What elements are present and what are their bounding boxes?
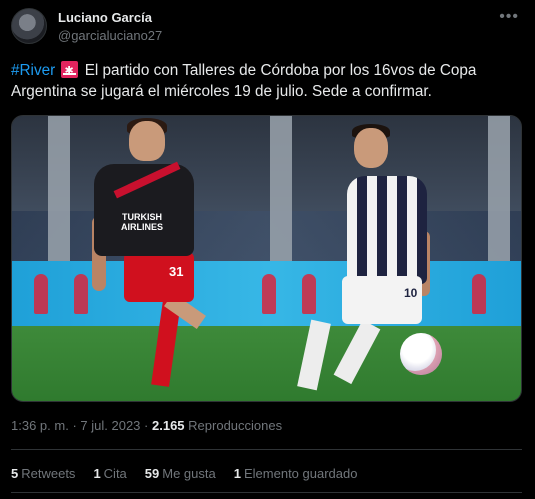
player2-head [354,128,388,168]
hashtag-link[interactable]: #River [11,62,55,79]
stadium-post [488,116,510,261]
tweet-body: El partido con Talleres de Córdoba por l… [11,62,477,100]
likes-label: Me gusta [162,466,216,481]
tweet-text: #River El partido con Talleres de Córdob… [11,60,516,102]
stat-retweets[interactable]: 5 Retweets [11,466,75,481]
author-handle[interactable]: @garcialuciano27 [58,28,162,43]
bookmarks-count: 1 [233,466,241,481]
player2-number: 10 [404,286,418,300]
avatar[interactable] [11,8,47,44]
retweets-count: 5 [11,466,19,481]
retweets-label: Retweets [21,466,76,481]
sponsor-line1: TURKISH [122,212,162,222]
more-dots-icon[interactable]: ••• [499,8,519,26]
stat-likes[interactable]: 59 Me gusta [145,466,216,481]
player2-jersey [347,176,427,284]
ad-logo [262,274,276,314]
river-plate-flag-icon [61,61,79,82]
player1-head [129,121,165,161]
stadium-post [48,116,70,261]
meta-separator: · [144,418,149,433]
pitch-grass [12,326,521,401]
stands-crowd [12,211,521,261]
divider [11,449,522,450]
views-count: 2.165 [152,418,185,433]
tweet-header: Luciano García @garcialuciano27 ••• [11,8,525,46]
ad-logo [302,274,316,314]
author-name[interactable]: Luciano García [58,10,152,25]
likes-count: 59 [144,466,160,481]
tweet-date[interactable]: 7 jul. 2023 [80,418,140,433]
quotes-count: 1 [93,466,101,481]
ad-logo [34,274,48,314]
stadium-post [270,116,292,261]
engagement-stats: 5 Retweets 1 Cita 59 Me gusta 1 Elemento gua… [11,466,375,481]
tweet-meta: 1:36 p. m. · 7 jul. 2023 · 2.165 Reprodu… [11,418,282,433]
tweet-time[interactable]: 1:36 p. m. [11,418,69,433]
meta-separator: · [72,418,77,433]
divider [11,492,522,493]
ad-logo [74,274,88,314]
sponsor-line2: AIRLINES [120,222,163,232]
player1-number: 31 [169,264,184,279]
bookmarks-label: Elemento guardado [243,466,358,481]
quotes-label: Cita [103,466,127,481]
tweet-photo[interactable]: TURKISH AIRLINES 31 10 [11,115,522,402]
jersey-sponsor: TURKISH AIRLINES [112,212,172,232]
player2-shorts [342,276,422,324]
soccer-ball [400,333,442,375]
stat-bookmarks[interactable]: 1 Elemento guardado [234,466,358,481]
stat-quotes[interactable]: 1 Cita [93,466,126,481]
player1-shorts [124,252,194,302]
ad-logo [472,274,486,314]
views-label: Reproducciones [188,418,283,433]
